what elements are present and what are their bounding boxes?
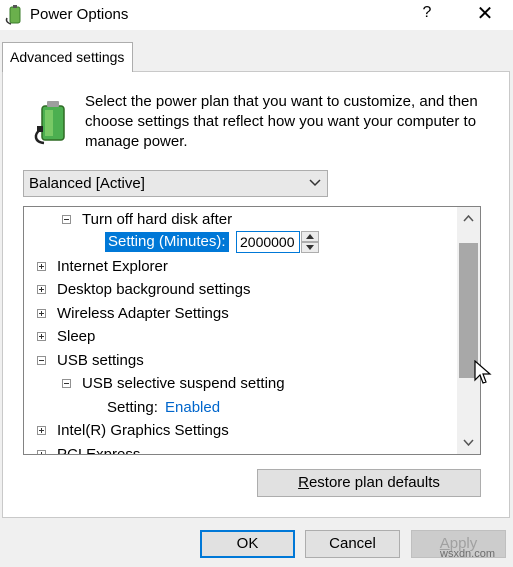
- battery-app-icon: [5, 5, 21, 25]
- tree-item-desktop-background[interactable]: Desktop background settings: [24, 279, 444, 301]
- scroll-thumb[interactable]: [459, 243, 478, 378]
- close-button[interactable]: ✕: [470, 2, 500, 28]
- tree-item-usb-settings[interactable]: USB settings: [24, 350, 444, 372]
- scroll-up-button[interactable]: [457, 209, 480, 229]
- mouse-pointer-icon: [474, 360, 492, 384]
- expand-icon[interactable]: [37, 262, 46, 271]
- expand-icon[interactable]: [37, 285, 46, 294]
- help-button[interactable]: ?: [416, 4, 438, 26]
- settings-tree[interactable]: Turn off hard disk after Setting (Minute…: [23, 206, 481, 455]
- expand-icon[interactable]: [37, 309, 46, 318]
- arrow-down-icon: [306, 245, 314, 250]
- restore-plan-defaults-button[interactable]: Restore plan defaults: [257, 469, 481, 497]
- expand-icon[interactable]: [37, 450, 46, 454]
- watermark-text: wsxdn.com: [440, 548, 496, 560]
- vertical-scrollbar[interactable]: [457, 207, 480, 454]
- window-title: Power Options: [30, 6, 129, 23]
- tree-item-hard-disk[interactable]: Turn off hard disk after: [24, 209, 444, 231]
- chevron-up-icon: [463, 215, 474, 222]
- expand-icon[interactable]: [37, 332, 46, 341]
- usb-setting-value-link[interactable]: Enabled: [165, 399, 220, 416]
- tree-item-usb-setting-value[interactable]: Setting: Enabled: [24, 397, 444, 419]
- tree-item-pci-express[interactable]: PCI Express: [24, 444, 444, 454]
- collapse-icon[interactable]: [37, 356, 46, 365]
- tree-item-usb-selective-suspend[interactable]: USB selective suspend setting: [24, 373, 444, 395]
- tab-advanced-settings[interactable]: Advanced settings: [2, 42, 133, 72]
- tree-item-intel-graphics[interactable]: Intel(R) Graphics Settings: [24, 420, 444, 442]
- ok-button[interactable]: OK: [200, 530, 295, 558]
- tree-item-internet-explorer[interactable]: Internet Explorer: [24, 256, 444, 278]
- arrow-up-icon: [306, 234, 314, 239]
- spin-down-button[interactable]: [301, 242, 319, 253]
- spin-up-button[interactable]: [301, 231, 319, 242]
- plan-description: Select the power plan that you want to c…: [85, 93, 478, 150]
- minutes-input[interactable]: [236, 231, 300, 253]
- power-plan-dropdown[interactable]: Balanced [Active]: [23, 170, 328, 197]
- plan-select-value: Balanced [Active]: [29, 175, 145, 192]
- collapse-icon[interactable]: [62, 215, 71, 224]
- cancel-button[interactable]: Cancel: [305, 530, 400, 558]
- expand-icon[interactable]: [37, 426, 46, 435]
- usb-setting-label: Setting:: [107, 399, 158, 416]
- tree-item-wireless-adapter[interactable]: Wireless Adapter Settings: [24, 303, 444, 325]
- chevron-down-icon: [463, 439, 474, 446]
- title-bar: Power Options ? ✕: [0, 0, 513, 30]
- setting-minutes-label: Setting (Minutes):: [105, 232, 229, 252]
- battery-plan-icon: [34, 101, 65, 145]
- collapse-icon[interactable]: [62, 379, 71, 388]
- chevron-down-icon: [309, 179, 321, 187]
- scroll-down-button[interactable]: [457, 433, 480, 453]
- tree-item-sleep[interactable]: Sleep: [24, 326, 444, 348]
